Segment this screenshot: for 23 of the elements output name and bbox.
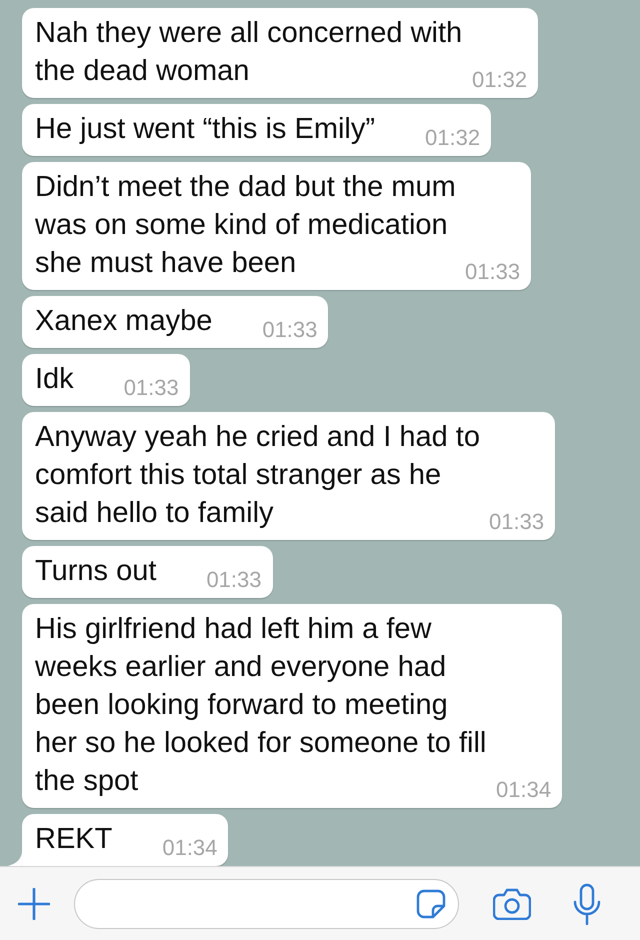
message-text: REKT: [35, 823, 112, 855]
message-text: Turns out: [35, 555, 156, 587]
plus-icon[interactable]: [18, 888, 50, 920]
message-time: 01:33: [124, 380, 179, 396]
message-text: His girlfriend had left him a few weeks earlier and everyone had been looking forward to meeting her so he looked for someone to fill the spot: [35, 613, 486, 797]
message-time: 01:32: [472, 72, 528, 88]
microphone-icon[interactable]: [573, 882, 601, 924]
message-input-field[interactable]: [74, 878, 459, 928]
message-text: He just went “this is Emily”: [35, 113, 376, 145]
message-time: 01:33: [206, 572, 262, 588]
message-text: Anyway yeah he cried and I had to comfort this total stranger as he said hello to family: [35, 421, 480, 529]
message-time: 01:34: [496, 782, 552, 798]
message-time: 01:32: [425, 130, 480, 146]
message-text: Xanex maybe: [35, 305, 212, 337]
message-text: Nah they were all concerned with the dead woman: [35, 17, 462, 87]
message-time: 01:33: [262, 322, 318, 338]
message-time: 01:34: [162, 840, 218, 856]
message-time: 01:33: [465, 264, 520, 280]
message-text: Didn’t meet the dad but the mum was on some kind of medication she must have been: [35, 171, 456, 279]
camera-icon[interactable]: [493, 888, 531, 920]
message-time: 01:33: [489, 514, 544, 530]
message-text: Idk: [35, 363, 74, 395]
sticker-icon[interactable]: [416, 888, 446, 918]
